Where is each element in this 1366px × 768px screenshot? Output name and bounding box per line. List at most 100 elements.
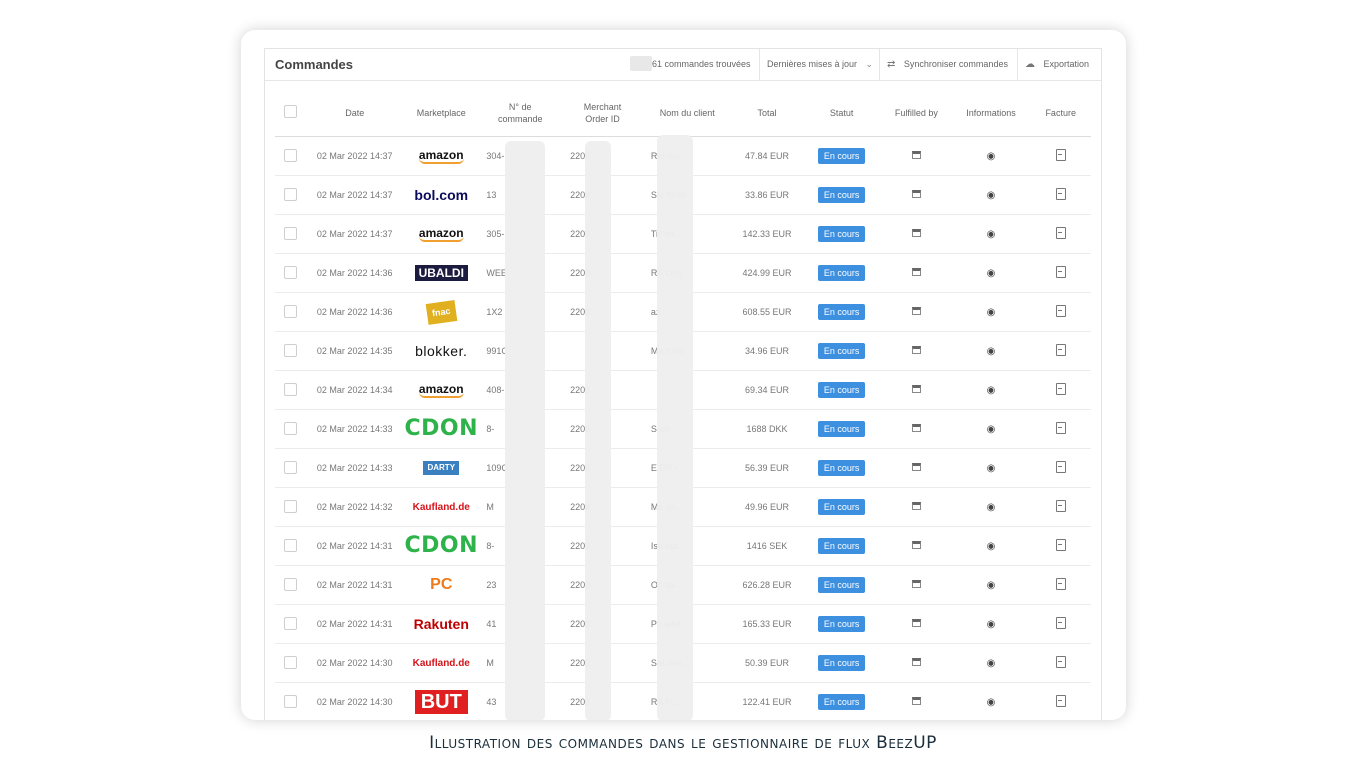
document-icon[interactable]	[1055, 305, 1066, 317]
row-checkbox[interactable]	[283, 616, 297, 630]
store-icon[interactable]	[911, 541, 921, 549]
col-total[interactable]: Total	[731, 89, 803, 137]
store-icon[interactable]	[911, 307, 921, 315]
eye-icon[interactable]: ◉	[987, 541, 996, 552]
document-icon[interactable]	[1055, 539, 1066, 551]
sort-select[interactable]: Dernières mises à jour ⌄	[767, 59, 873, 70]
store-icon[interactable]	[911, 619, 921, 627]
fulfilled-cell	[881, 370, 952, 410]
eye-icon[interactable]: ◉	[987, 385, 996, 396]
document-icon[interactable]	[1055, 383, 1066, 395]
row-checkbox[interactable]	[283, 187, 297, 201]
row-checkbox[interactable]	[283, 655, 297, 669]
store-icon[interactable]	[911, 697, 921, 705]
row-select-cell	[275, 487, 306, 527]
document-icon[interactable]	[1055, 461, 1066, 473]
row-checkbox[interactable]	[283, 460, 297, 474]
row-select-cell	[275, 331, 306, 371]
marketplace-cell: DARTY	[404, 448, 479, 488]
info-cell: ◉	[951, 526, 1031, 566]
select-all-checkbox[interactable]	[283, 104, 297, 118]
order-date: 02 Mar 2022 14:36	[305, 253, 405, 293]
marketplace-cell: Kaufland.de	[404, 643, 479, 683]
status-badge: En cours	[817, 304, 866, 320]
orders-count: 61 commandes trouvées	[652, 59, 751, 69]
row-checkbox[interactable]	[283, 499, 297, 513]
status-badge: En cours	[817, 226, 866, 242]
order-total: 33.86 EUR	[731, 175, 803, 215]
eye-icon[interactable]: ◉	[987, 151, 996, 162]
store-icon[interactable]	[911, 502, 921, 510]
count-redaction	[630, 56, 652, 71]
row-checkbox[interactable]	[283, 694, 297, 708]
col-marketplace[interactable]: Marketplace	[404, 89, 479, 137]
col-merchant-order[interactable]: Merchant Order ID	[562, 89, 643, 137]
row-checkbox[interactable]	[283, 148, 297, 162]
order-total: 50.39 EUR	[731, 643, 803, 683]
row-checkbox[interactable]	[283, 382, 297, 396]
status-cell: En cours	[802, 682, 882, 720]
order-total: 56.39 EUR	[731, 448, 803, 488]
document-icon[interactable]	[1055, 695, 1066, 707]
eye-icon[interactable]: ◉	[987, 502, 996, 513]
eye-icon[interactable]: ◉	[987, 658, 996, 669]
document-icon[interactable]	[1055, 188, 1066, 200]
toolbar-divider	[1017, 49, 1018, 80]
document-icon[interactable]	[1055, 266, 1066, 278]
eye-icon[interactable]: ◉	[987, 268, 996, 279]
row-checkbox[interactable]	[283, 343, 297, 357]
eye-icon[interactable]: ◉	[987, 580, 996, 591]
sort-label: Dernières mises à jour	[767, 59, 858, 69]
export-button[interactable]: ☁ Exportation	[1025, 59, 1089, 70]
store-icon[interactable]	[911, 190, 921, 198]
eye-icon[interactable]: ◉	[987, 346, 996, 357]
document-icon[interactable]	[1055, 422, 1066, 434]
store-icon[interactable]	[911, 229, 921, 237]
status-cell: En cours	[802, 604, 882, 644]
store-icon[interactable]	[911, 151, 921, 159]
eye-icon[interactable]: ◉	[987, 190, 996, 201]
fulfilled-cell	[881, 604, 952, 644]
row-checkbox[interactable]	[283, 265, 297, 279]
document-icon[interactable]	[1055, 617, 1066, 629]
store-icon[interactable]	[911, 580, 921, 588]
col-order-no[interactable]: N° de commande	[478, 89, 563, 137]
row-select-cell	[275, 292, 306, 332]
store-icon[interactable]	[911, 385, 921, 393]
status-badge: En cours	[817, 382, 866, 398]
document-icon[interactable]	[1055, 656, 1066, 668]
row-checkbox[interactable]	[283, 304, 297, 318]
store-icon[interactable]	[911, 346, 921, 354]
row-checkbox[interactable]	[283, 226, 297, 240]
col-status[interactable]: Statut	[802, 89, 882, 137]
col-client[interactable]: Nom du client	[642, 89, 732, 137]
order-date: 02 Mar 2022 14:37	[305, 175, 405, 215]
eye-icon[interactable]: ◉	[987, 229, 996, 240]
store-icon[interactable]	[911, 463, 921, 471]
eye-icon[interactable]: ◉	[987, 463, 996, 474]
status-badge: En cours	[817, 265, 866, 281]
store-icon[interactable]	[911, 268, 921, 276]
eye-icon[interactable]: ◉	[987, 424, 996, 435]
store-icon[interactable]	[911, 658, 921, 666]
row-checkbox[interactable]	[283, 538, 297, 552]
document-icon[interactable]	[1055, 578, 1066, 590]
eye-icon[interactable]: ◉	[987, 619, 996, 630]
document-icon[interactable]	[1055, 500, 1066, 512]
info-cell: ◉	[951, 643, 1031, 683]
fulfilled-cell	[881, 409, 952, 449]
eye-icon[interactable]: ◉	[987, 697, 996, 708]
eye-icon[interactable]: ◉	[987, 307, 996, 318]
col-date[interactable]: Date	[305, 89, 405, 137]
fulfilled-cell	[881, 214, 952, 254]
row-checkbox[interactable]	[283, 421, 297, 435]
row-checkbox[interactable]	[283, 577, 297, 591]
orders-card: Commandes 61 commandes trouvées Dernière…	[241, 30, 1126, 720]
store-icon[interactable]	[911, 424, 921, 432]
document-icon[interactable]	[1055, 344, 1066, 356]
order-total: 122.41 EUR	[731, 682, 803, 720]
document-icon[interactable]	[1055, 227, 1066, 239]
document-icon[interactable]	[1055, 149, 1066, 161]
invoice-cell	[1030, 331, 1091, 371]
sync-button[interactable]: ⇄ Synchroniser commandes	[887, 59, 1008, 70]
